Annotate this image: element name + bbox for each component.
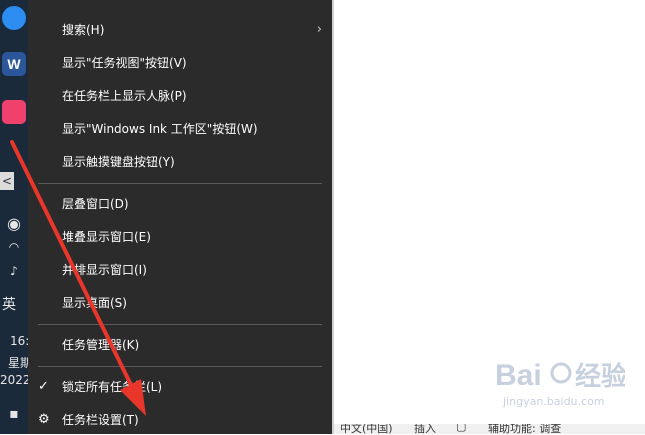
- menu-item-label: 并排显示窗口(I): [62, 263, 147, 277]
- menu-item-stack[interactable]: 堆叠显示窗口(E): [28, 222, 332, 252]
- gear-icon: ⚙: [38, 412, 50, 427]
- input-mode-indicator[interactable]: 英: [2, 294, 16, 314]
- chevron-right-icon: ›: [316, 22, 322, 37]
- menu-item-label: 任务栏设置(T): [62, 413, 139, 427]
- menu-item-side-by-side[interactable]: 并排显示窗口(I): [28, 255, 332, 285]
- watermark-text-2: 经验: [575, 361, 625, 391]
- menu-item-lock-taskbar[interactable]: ✓ 锁定所有任务栏(L): [28, 372, 332, 402]
- menu-item-label: 显示桌面(S): [62, 296, 127, 310]
- menu-item-label: 堆叠显示窗口(E): [62, 230, 151, 244]
- menu-item-label: 任务管理器(K): [62, 338, 140, 352]
- menu-item-show-desktop[interactable]: 显示桌面(S): [28, 288, 332, 318]
- wifi-icon[interactable]: ◠: [0, 240, 28, 254]
- menu-item-cascade[interactable]: 层叠窗口(D): [28, 189, 332, 219]
- menu-item-search[interactable]: 搜索(H) ›: [28, 15, 332, 45]
- status-language[interactable]: 中文(中国): [340, 424, 393, 434]
- watermark-url: jingyan.baidu.com: [503, 395, 605, 408]
- menu-item-task-manager[interactable]: 任务管理器(K): [28, 330, 332, 360]
- app-icon-pink[interactable]: [2, 100, 26, 124]
- taskbar-context-menu: 搜索(H) › 显示"任务视图"按钮(V) 在任务栏上显示人脉(P) 显示"Wi…: [28, 0, 332, 434]
- menu-item-label: 显示"Windows Ink 工作区"按钮(W): [62, 122, 258, 136]
- notification-icon[interactable]: ▪: [0, 406, 28, 422]
- baidu-watermark: Bai 经验 jingyan.baidu.com: [495, 357, 627, 408]
- menu-item-label: 显示"任务视图"按钮(V): [62, 56, 187, 70]
- collapse-icon[interactable]: <: [0, 172, 14, 190]
- volume-icon[interactable]: ♪: [0, 264, 28, 278]
- checkmark-icon: ✓: [38, 379, 49, 394]
- clock-time[interactable]: 16:: [10, 334, 29, 348]
- menu-item-task-view[interactable]: 显示"任务视图"按钮(V): [28, 48, 332, 78]
- menu-item-label: 显示触摸键盘按钮(Y): [62, 155, 175, 169]
- status-bar: 中文(中国) 插入 ▢ 辅助功能: 调查: [334, 424, 645, 434]
- menu-item-label: 搜索(H): [62, 23, 105, 37]
- menu-item-label: 锁定所有任务栏(L): [62, 380, 163, 394]
- qq-icon[interactable]: ◉: [0, 214, 28, 233]
- menu-separator: [38, 324, 322, 325]
- status-icon-box[interactable]: ▢: [456, 424, 466, 433]
- status-accessibility[interactable]: 辅助功能: 调查: [488, 424, 561, 434]
- menu-item-windows-ink[interactable]: 显示"Windows Ink 工作区"按钮(W): [28, 114, 332, 144]
- browser-app-icon[interactable]: [2, 6, 26, 30]
- baidu-paw-icon: Bai 经验: [495, 359, 627, 392]
- window-divider: [332, 0, 334, 434]
- taskbar: W < ◉ ◠ ♪ 英 16: 星期 2022/ ▪: [0, 0, 35, 434]
- menu-item-label: 在任务栏上显示人脉(P): [62, 89, 187, 103]
- watermark-text: Bai: [495, 359, 542, 391]
- menu-separator: [38, 183, 322, 184]
- word-app-icon[interactable]: W: [2, 52, 26, 76]
- menu-item-people[interactable]: 在任务栏上显示人脉(P): [28, 81, 332, 111]
- menu-item-touch-keyboard[interactable]: 显示触摸键盘按钮(Y): [28, 147, 332, 177]
- menu-item-taskbar-settings[interactable]: ⚙ 任务栏设置(T): [28, 405, 332, 435]
- menu-item-label: 层叠窗口(D): [62, 197, 129, 211]
- status-insert[interactable]: 插入: [414, 424, 436, 434]
- menu-separator: [38, 366, 322, 367]
